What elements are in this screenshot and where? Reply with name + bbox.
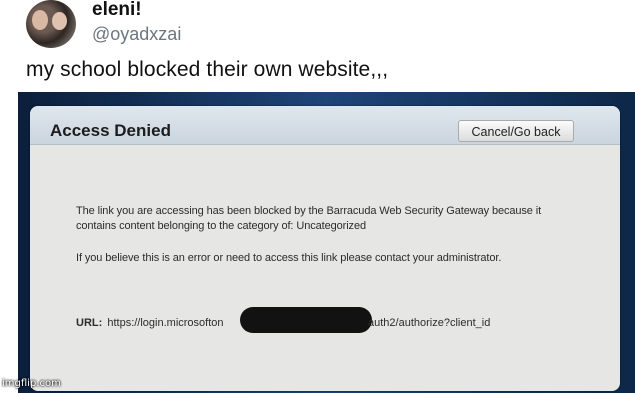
block-message: The link you are accessing has been bloc… [76,205,542,232]
contact-message: If you believe this is an error or need … [76,252,502,264]
access-denied-dialog: Access Denied Cancel/Go back The link yo… [30,106,620,391]
url-label: URL: [76,317,103,329]
watermark: imgflip.com [2,378,61,389]
url-end: auth2/authorize?client_id [368,317,491,329]
redaction-mark [240,307,372,333]
tweet-text: my school blocked their own website,,, [26,58,389,81]
tweet-photo[interactable]: Access Denied Cancel/Go back The link yo… [18,92,635,393]
dialog-title: Access Denied [50,121,171,140]
url-start: https://login.microsofton [107,317,224,329]
user-handle[interactable]: @oyadxzai [92,24,181,45]
display-name[interactable]: eleni! [92,0,142,21]
cancel-go-back-button[interactable]: Cancel/Go back [458,120,574,142]
avatar[interactable] [26,0,76,48]
blocked-url-row: URL: https://login.microsofton [76,317,224,329]
